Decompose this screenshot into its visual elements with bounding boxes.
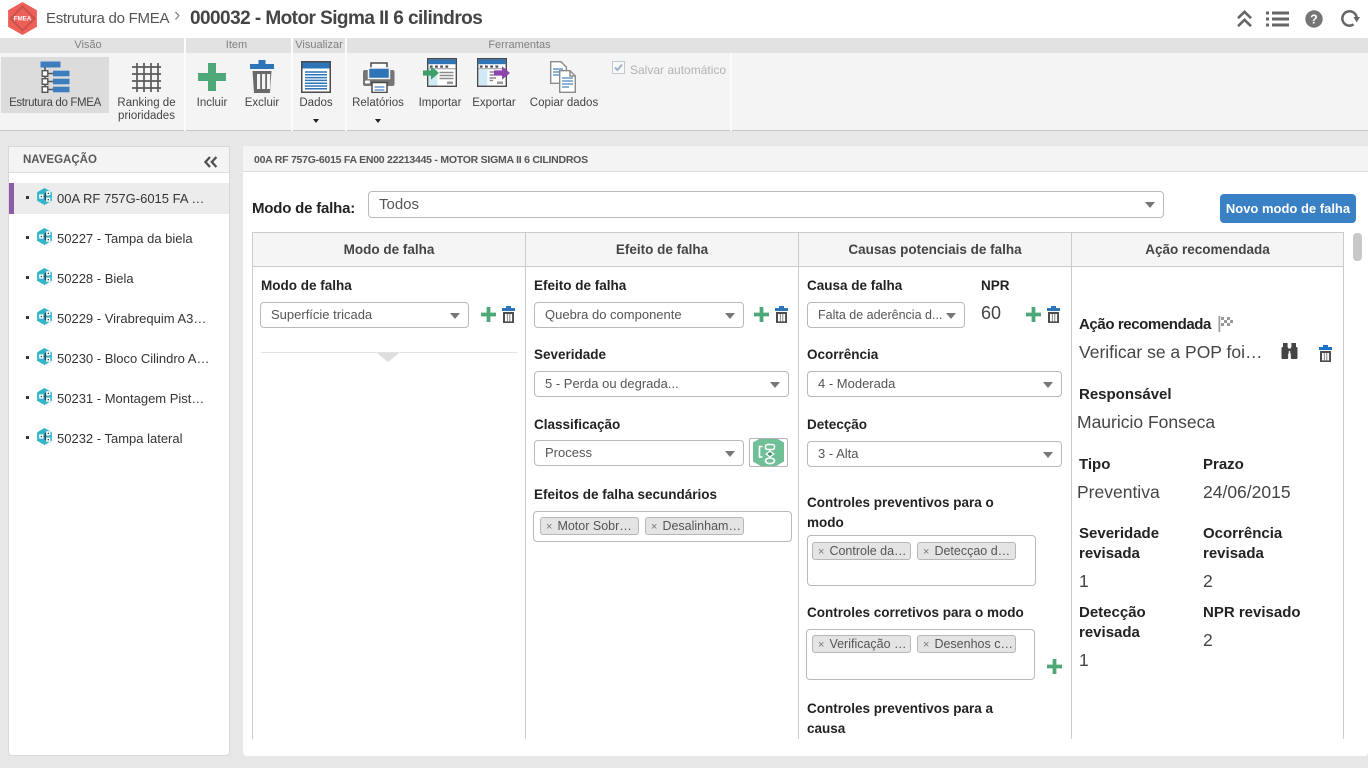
svg-text:FMEA: FMEA xyxy=(14,16,32,23)
svg-text:?: ? xyxy=(1310,12,1318,26)
